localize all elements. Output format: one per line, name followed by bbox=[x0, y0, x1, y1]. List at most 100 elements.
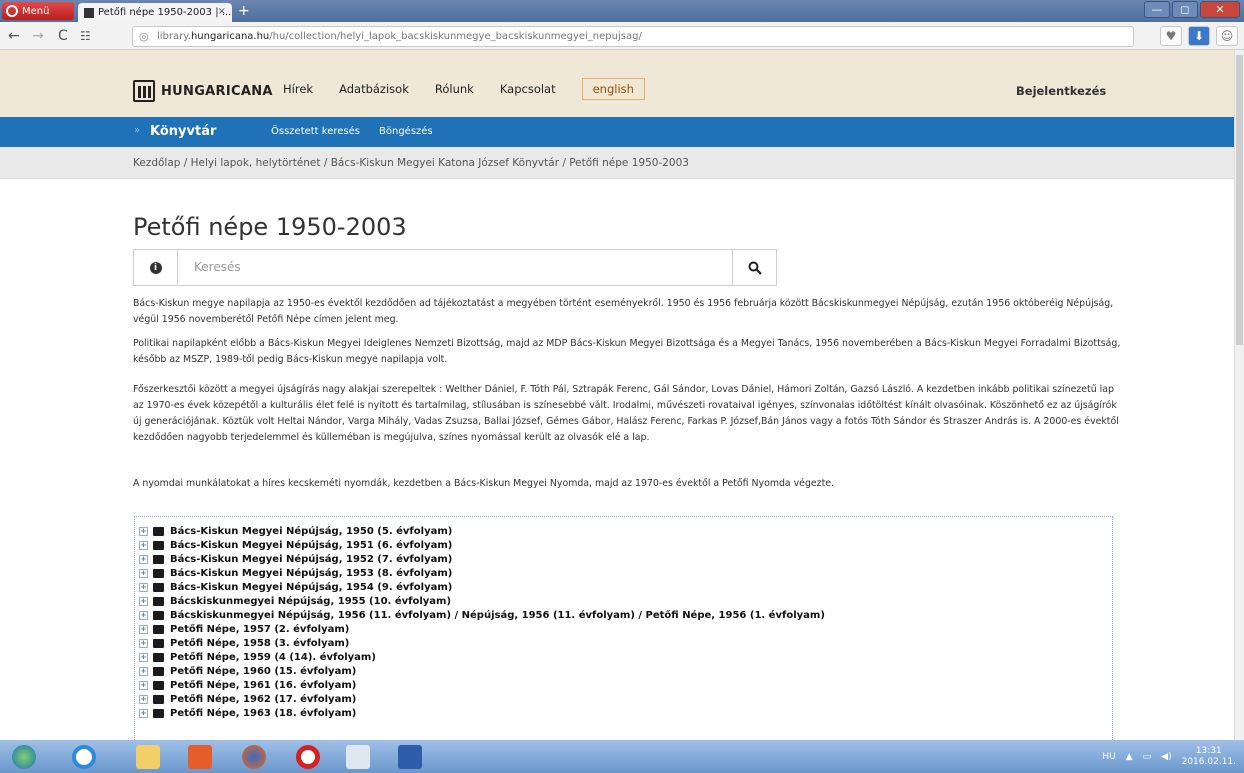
calculator-icon[interactable] bbox=[340, 742, 376, 772]
tree-item-label[interactable]: Petőfi Népe, 1962 (17. évfolyam) bbox=[170, 694, 356, 705]
clock-time: 13:31 bbox=[1195, 746, 1222, 756]
favicon-icon bbox=[84, 7, 94, 18]
tree-item[interactable]: + Petőfi Népe, 1963 (18. évfolyam) bbox=[139, 706, 356, 720]
tree-item[interactable]: + Bács-Kiskun Megyei Népújság, 1950 (5. é… bbox=[139, 524, 452, 538]
english-language-button[interactable]: english bbox=[581, 78, 645, 100]
tree-item-label[interactable]: Petőfi Népe, 1958 (3. évfolyam) bbox=[170, 638, 349, 649]
media-player-icon[interactable] bbox=[182, 742, 218, 772]
network-icon[interactable]: ▭ bbox=[1143, 752, 1152, 762]
tree-item[interactable]: + Petőfi Népe, 1960 (15. évfolyam) bbox=[139, 664, 356, 678]
folder-icon bbox=[153, 680, 164, 690]
tree-item[interactable]: + Bács-Kiskun Megyei Népújság, 1953 (8. é… bbox=[139, 566, 452, 580]
description-paragraph-2: Politikai napilapként előbb a Bács-Kisku… bbox=[133, 338, 1121, 365]
browser-tab[interactable]: Petőfi népe 1950-2003 | ... × bbox=[78, 3, 232, 22]
url-field[interactable]: ◎ library. hungaricana.hu/hu/collection/h… bbox=[132, 26, 1134, 47]
nav-item-hirek[interactable]: Hírek bbox=[283, 82, 313, 100]
section-title-konyvtar[interactable]: Könyvtár bbox=[150, 124, 216, 139]
tree-item-label[interactable]: Bács-Kiskun Megyei Népújság, 1953 (8. év… bbox=[170, 568, 452, 579]
page-scrollbar[interactable] bbox=[1234, 50, 1244, 740]
search-input[interactable]: Keresés bbox=[194, 260, 241, 274]
nav-item-rolunk[interactable]: Rólunk bbox=[435, 82, 474, 100]
tree-item-label[interactable]: Petőfi Népe, 1963 (18. évfolyam) bbox=[170, 708, 356, 719]
browse-link[interactable]: Böngészés bbox=[379, 126, 433, 137]
expand-icon[interactable]: + bbox=[139, 652, 148, 662]
volume-icon[interactable]: ◀) bbox=[1161, 752, 1171, 762]
expand-icon[interactable]: + bbox=[139, 540, 148, 550]
tree-item-label[interactable]: Petőfi Népe, 1961 (16. évfolyam) bbox=[170, 680, 356, 691]
tree-item-label[interactable]: Bácskiskunmegyei Népújság, 1955 (10. évf… bbox=[170, 596, 451, 607]
expand-icon[interactable]: + bbox=[139, 526, 148, 536]
file-explorer-icon[interactable] bbox=[130, 742, 166, 772]
tree-item-label[interactable]: Petőfi Népe, 1957 (2. évfolyam) bbox=[170, 624, 349, 635]
tree-item-label[interactable]: Petőfi Népe, 1959 (4 (14). évfolyam) bbox=[170, 652, 376, 663]
expand-icon[interactable]: + bbox=[139, 680, 148, 690]
tree-item[interactable]: + Bács-Kiskun Megyei Népújság, 1952 (7. é… bbox=[139, 552, 452, 566]
tree-item[interactable]: + Bácskiskunmegyei Népújság, 1956 (11. év… bbox=[139, 608, 825, 622]
tree-item[interactable]: + Petőfi Népe, 1958 (3. évfolyam) bbox=[139, 636, 349, 650]
download-icon[interactable]: ⬇ bbox=[1188, 26, 1210, 46]
start-button[interactable] bbox=[6, 742, 42, 772]
windows-logo-icon bbox=[12, 745, 36, 769]
opera-taskbar-icon[interactable] bbox=[290, 742, 326, 772]
breadcrumb-bar: Kezdőlap / Helyi lapok, helytörténet / B… bbox=[0, 147, 1234, 179]
folder-icon bbox=[153, 554, 164, 564]
tree-item-label[interactable]: Bács-Kiskun Megyei Népújság, 1950 (5. év… bbox=[170, 526, 452, 537]
tree-item-label[interactable]: Bácskiskunmegyei Népújság, 1956 (11. évf… bbox=[170, 610, 825, 621]
internet-explorer-icon[interactable] bbox=[66, 742, 102, 772]
forward-icon[interactable]: → bbox=[32, 28, 44, 44]
close-window-button[interactable]: ✕ bbox=[1200, 1, 1240, 18]
clock[interactable]: 13:31 2016.02.11. bbox=[1182, 746, 1236, 768]
expand-icon[interactable]: + bbox=[139, 568, 148, 578]
clock-date: 2016.02.11. bbox=[1181, 757, 1236, 767]
tree-item[interactable]: + Bács-Kiskun Megyei Népújság, 1951 (6. é… bbox=[139, 538, 452, 552]
nav-item-kapcsolat[interactable]: Kapcsolat bbox=[500, 82, 556, 100]
expand-icon[interactable]: + bbox=[139, 610, 148, 620]
search-button[interactable] bbox=[732, 250, 776, 285]
new-tab-button[interactable]: + bbox=[238, 3, 250, 19]
tree-item-label[interactable]: Bács-Kiskun Megyei Népújság, 1954 (9. év… bbox=[170, 582, 452, 593]
tree-item[interactable]: + Bácskiskunmegyei Népújság, 1955 (10. év… bbox=[139, 594, 451, 608]
search-box: i Keresés bbox=[133, 249, 777, 286]
back-icon[interactable]: ← bbox=[8, 28, 20, 44]
heart-icon[interactable]: ♥ bbox=[1160, 26, 1182, 46]
folder-icon bbox=[153, 638, 164, 648]
show-hidden-icon[interactable]: ▲ bbox=[1126, 752, 1133, 762]
menu-label: Menü bbox=[22, 5, 50, 17]
breadcrumb[interactable]: Kezdőlap / Helyi lapok, helytörténet / B… bbox=[133, 157, 689, 169]
tree-item[interactable]: + Petőfi Népe, 1957 (2. évfolyam) bbox=[139, 622, 349, 636]
scrollbar-thumb[interactable] bbox=[1236, 55, 1243, 345]
tree-item-label[interactable]: Bács-Kiskun Megyei Népújság, 1951 (6. év… bbox=[170, 540, 452, 551]
minimize-button[interactable]: — bbox=[1144, 1, 1170, 18]
tree-item[interactable]: + Petőfi Népe, 1961 (16. évfolyam) bbox=[139, 678, 356, 692]
site-info-icon[interactable]: ◎ bbox=[139, 30, 149, 43]
tree-item-label[interactable]: Bács-Kiskun Megyei Népújság, 1952 (7. év… bbox=[170, 554, 452, 565]
maximize-button[interactable]: ◻ bbox=[1172, 1, 1198, 18]
tree-item[interactable]: + Bács-Kiskun Megyei Népújság, 1954 (9. é… bbox=[139, 580, 452, 594]
language-indicator[interactable]: HU bbox=[1102, 752, 1115, 762]
tab-close-icon[interactable]: × bbox=[218, 6, 226, 17]
firefox-icon[interactable] bbox=[236, 742, 272, 772]
advanced-search-link[interactable]: Összetett keresés bbox=[271, 126, 360, 137]
tree-item-label[interactable]: Petőfi Népe, 1960 (15. évfolyam) bbox=[170, 666, 356, 677]
account-icon[interactable]: ☺ bbox=[1216, 26, 1238, 46]
expand-icon[interactable]: + bbox=[139, 582, 148, 592]
opera-menu-button[interactable]: Menü bbox=[2, 2, 74, 20]
folder-icon bbox=[153, 610, 164, 620]
word-icon[interactable] bbox=[392, 742, 428, 772]
expand-icon[interactable]: + bbox=[139, 708, 148, 718]
expand-icon[interactable]: + bbox=[139, 694, 148, 704]
expand-icon[interactable]: + bbox=[139, 596, 148, 606]
expand-icon[interactable]: + bbox=[139, 638, 148, 648]
expand-icon[interactable]: + bbox=[139, 554, 148, 564]
hungaricana-logo[interactable]: HUNGARICANA bbox=[133, 80, 273, 102]
login-link[interactable]: Bejelentkezés bbox=[1016, 84, 1106, 98]
search-info-button[interactable]: i bbox=[134, 250, 178, 285]
nav-item-adatbazisok[interactable]: Adatbázisok bbox=[339, 82, 409, 100]
expand-icon[interactable]: + bbox=[139, 666, 148, 676]
tree-item[interactable]: + Petőfi Népe, 1959 (4 (14). évfolyam) bbox=[139, 650, 376, 664]
tree-item[interactable]: + Petőfi Népe, 1962 (17. évfolyam) bbox=[139, 692, 356, 706]
expand-icon[interactable]: + bbox=[139, 624, 148, 634]
reload-icon[interactable]: C bbox=[58, 28, 68, 44]
speed-dial-icon[interactable]: ☷ bbox=[80, 29, 91, 43]
logo-mark-icon bbox=[133, 80, 155, 102]
